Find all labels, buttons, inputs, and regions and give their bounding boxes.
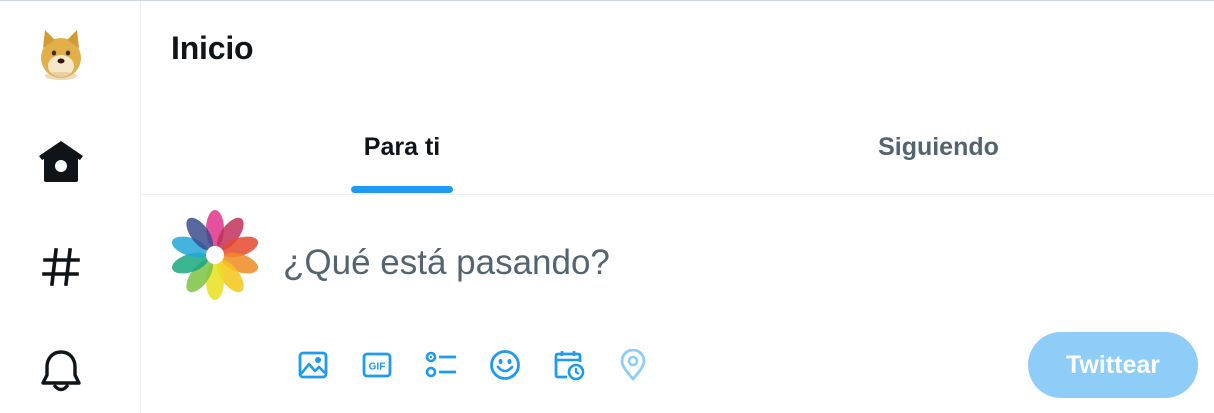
- poll-icon: [425, 351, 456, 378]
- colorful-flower-avatar-icon: [171, 210, 259, 300]
- svg-text:GIF: GIF: [369, 362, 386, 373]
- add-poll-button[interactable]: [409, 341, 473, 389]
- composer-avatar[interactable]: [169, 209, 261, 301]
- tab-for-you[interactable]: Para ti: [141, 101, 663, 194]
- main-column: Inicio Para ti Siguiendo ¿Qué está pasan…: [141, 1, 1214, 413]
- profile-avatar-button[interactable]: [0, 23, 121, 83]
- add-location-button[interactable]: [601, 341, 665, 389]
- home-icon: [38, 141, 83, 182]
- nav-notifications[interactable]: [0, 341, 121, 401]
- bell-icon: [40, 350, 81, 392]
- nav-explore[interactable]: [0, 237, 121, 297]
- page-title: Inicio: [171, 30, 254, 66]
- tab-label: Para ti: [363, 133, 441, 161]
- composer-toolbar: GIF: [281, 341, 665, 389]
- schedule-button[interactable]: [537, 341, 601, 389]
- active-tab-indicator: [351, 186, 453, 193]
- nav-home[interactable]: [0, 131, 121, 191]
- add-emoji-button[interactable]: [473, 341, 537, 389]
- tab-following[interactable]: Siguiendo: [663, 101, 1214, 194]
- timeline-tabs: Para ti Siguiendo: [141, 101, 1214, 195]
- tab-label: Siguiendo: [878, 133, 999, 161]
- doge-avatar-icon: [40, 30, 81, 80]
- left-sidebar: [0, 1, 141, 413]
- schedule-icon: [554, 351, 585, 381]
- tweet-button[interactable]: Twittear: [1028, 332, 1198, 398]
- image-icon: [298, 351, 328, 379]
- add-media-button[interactable]: [281, 341, 345, 389]
- location-icon: [620, 349, 646, 381]
- add-gif-button[interactable]: GIF: [345, 341, 409, 389]
- gif-icon: GIF: [362, 352, 392, 378]
- emoji-icon: [490, 350, 520, 380]
- hashtag-icon: [41, 248, 80, 286]
- compose-tweet-input[interactable]: [283, 236, 1163, 290]
